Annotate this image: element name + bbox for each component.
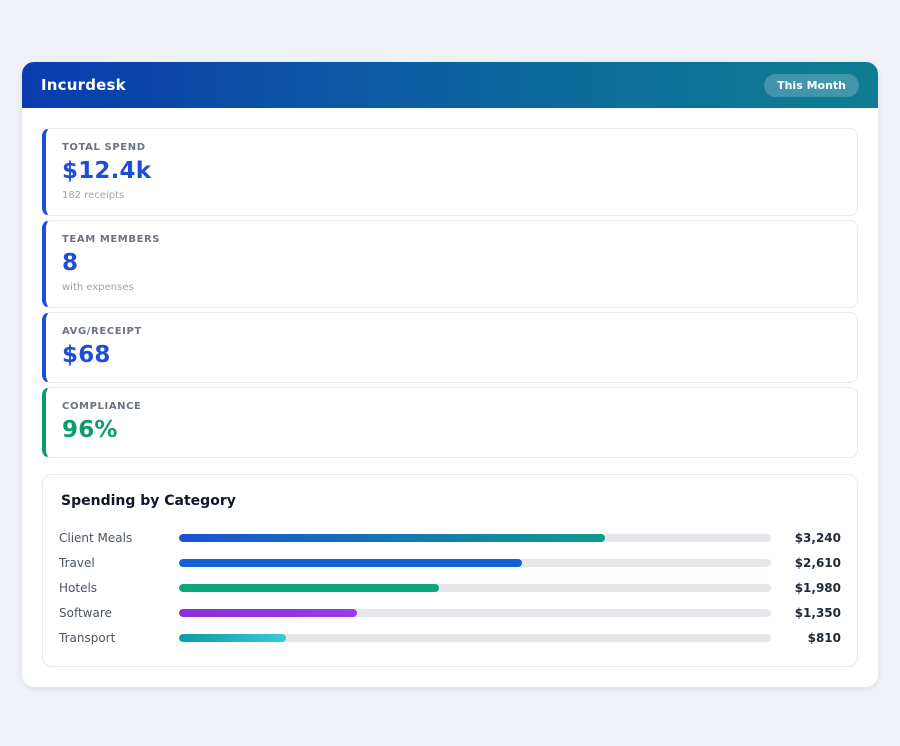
bar-fill (179, 583, 440, 592)
bar-row: Client Meals $3,240 (59, 525, 841, 550)
bar-category-label: Travel (59, 555, 95, 570)
bar-value-label: $2,610 (794, 555, 841, 570)
stat-value: 8 (62, 250, 79, 276)
bar-fill (179, 633, 286, 642)
stat-card: AVG/RECEIPT $68 (42, 312, 858, 383)
stat-value: 96% (62, 417, 118, 443)
bar-track (179, 633, 771, 642)
bar-category-label: Client Meals (59, 530, 133, 545)
bar-row: Travel $2,610 (59, 550, 841, 575)
bar-fill (179, 533, 606, 542)
bar-track (179, 583, 771, 592)
app-title: Incurdesk (41, 76, 126, 94)
bar-row: Transport $810 (59, 625, 841, 650)
bar-fill (179, 608, 357, 617)
bar-track (179, 608, 771, 617)
bar-category-label: Hotels (59, 580, 98, 595)
bar-row: Software $1,350 (59, 600, 841, 625)
bar-chart: Client Meals $3,240 Travel $2,610 Hotels… (59, 525, 841, 650)
bar-category-label: Software (59, 605, 112, 620)
bar-value-label: $1,350 (794, 605, 841, 620)
bar-track (179, 558, 771, 567)
period-filter-badge[interactable]: This Month (764, 73, 859, 97)
stat-subtext: with expenses (62, 282, 134, 293)
bar-fill (179, 558, 523, 567)
spending-chart-card: Spending by Category Client Meals $3,240… (42, 474, 858, 667)
stat-card: TEAM MEMBERS 8 with expenses (42, 220, 858, 308)
stat-card: COMPLIANCE 96% (42, 387, 858, 458)
stat-label: TOTAL SPEND (62, 142, 146, 153)
stat-value: $12.4k (62, 158, 152, 184)
stat-label: COMPLIANCE (62, 401, 142, 412)
bar-track (179, 533, 771, 542)
stat-card: TOTAL SPEND $12.4k 182 receipts (42, 128, 858, 216)
stat-subtext: 182 receipts (62, 190, 125, 201)
bar-value-label: $810 (807, 630, 841, 645)
bar-value-label: $3,240 (794, 530, 841, 545)
app-card: Incurdesk This Month TOTAL SPEND $12.4k … (22, 62, 878, 687)
app-body: TOTAL SPEND $12.4k 182 receipts TEAM MEM… (22, 108, 878, 687)
stat-label: AVG/RECEIPT (62, 326, 142, 337)
stat-value: $68 (62, 342, 111, 368)
stat-label: TEAM MEMBERS (62, 234, 161, 245)
stats-list: TOTAL SPEND $12.4k 182 receipts TEAM MEM… (42, 128, 858, 458)
app-header: Incurdesk This Month (22, 62, 878, 108)
chart-title: Spending by Category (61, 493, 236, 509)
bar-row: Hotels $1,980 (59, 575, 841, 600)
bar-value-label: $1,980 (794, 580, 841, 595)
bar-category-label: Transport (59, 630, 116, 645)
